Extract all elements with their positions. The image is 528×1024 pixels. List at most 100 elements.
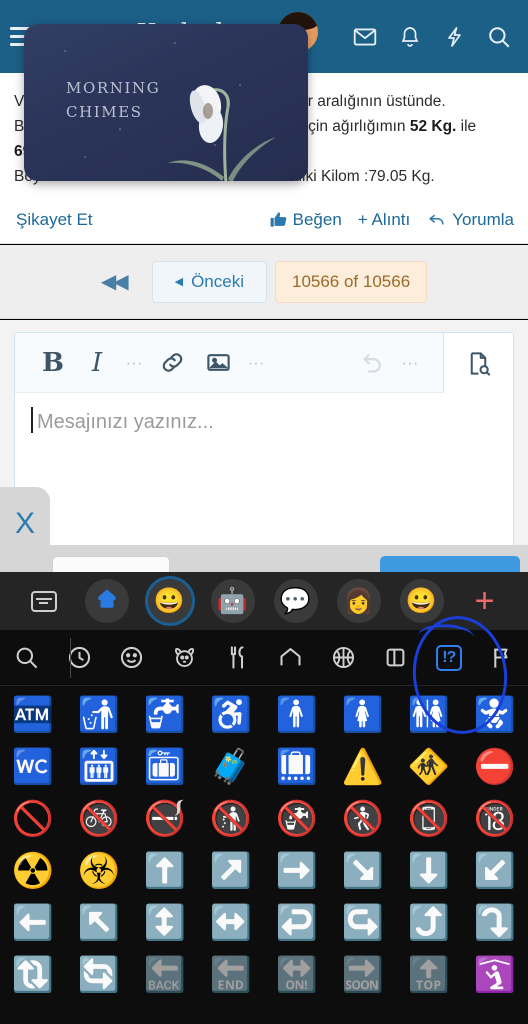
emoji-item[interactable]: 🔃 [0, 952, 66, 998]
category-animals-icon[interactable] [158, 644, 211, 671]
report-button[interactable]: Şikayet Et [16, 210, 93, 230]
gif-sticker-button[interactable]: 🤖 [210, 579, 255, 623]
comment-label: Yorumla [452, 209, 514, 229]
emoji-item[interactable]: ⚠️ [330, 744, 396, 790]
emoji-item[interactable]: ⤵️ [462, 900, 528, 946]
emoji-item[interactable]: ☢️ [0, 848, 66, 894]
gif-sticker-icon: 🤖 [216, 586, 249, 615]
category-food-icon[interactable] [211, 644, 264, 671]
emoji-item[interactable]: ➡️ [264, 848, 330, 894]
first-page-button[interactable]: ◀◀ [101, 269, 129, 294]
emoji-item[interactable]: 🔄 [66, 952, 132, 998]
emoji-item[interactable]: ↖️ [66, 900, 132, 946]
emoji-item[interactable]: ↔️ [198, 900, 264, 946]
emoji-item[interactable]: 🚳 [66, 796, 132, 842]
emoji-item[interactable]: ⛔ [462, 744, 528, 790]
category-search-icon[interactable] [0, 644, 53, 671]
emoji-item[interactable]: ↗️ [198, 848, 264, 894]
lightning-icon[interactable] [442, 24, 466, 50]
emoji-item[interactable]: ⬆️ [132, 848, 198, 894]
emoji-item[interactable]: 🚺 [330, 692, 396, 738]
gboard-home-button[interactable] [84, 579, 129, 623]
emoji-item[interactable]: ↕️ [132, 900, 198, 946]
emoji-item[interactable]: ⬇️ [396, 848, 462, 894]
overflow-dots-2-icon[interactable]: · · · [241, 354, 271, 371]
emoji-tab-icon: 😀 [153, 586, 186, 615]
emoji-item[interactable]: ↙️ [462, 848, 528, 894]
sticker-button[interactable]: 💬 [273, 579, 318, 623]
emoji-item[interactable]: 🧳 [198, 744, 264, 790]
category-objects-icon[interactable] [370, 644, 423, 671]
emoji-item[interactable]: ⬅️ [0, 900, 66, 946]
emoji-item[interactable]: 🚫 [0, 796, 66, 842]
previous-page-button[interactable]: ◀ Önceki [151, 260, 267, 303]
emoji-item[interactable]: 🔚 [198, 952, 264, 998]
emoji-item[interactable]: 🏧 [0, 692, 66, 738]
emoji-item[interactable]: 🔜 [330, 952, 396, 998]
like-label: Beğen [292, 209, 342, 229]
emoji-item[interactable]: 🚮 [66, 692, 132, 738]
category-recent-icon[interactable] [53, 644, 106, 671]
emoji-item[interactable]: 🔝 [396, 952, 462, 998]
category-smileys-icon[interactable] [106, 644, 159, 671]
gboard-home-icon [94, 585, 120, 618]
close-panel-button[interactable]: X [0, 487, 50, 560]
category-flags-icon[interactable] [475, 644, 528, 671]
emoji-item[interactable]: 🛐 [462, 952, 528, 998]
overflow-dots-1-icon[interactable]: · · · [119, 354, 149, 371]
emoji-item[interactable]: ↩️ [264, 900, 330, 946]
emoji-item[interactable]: 🚾 [0, 744, 66, 790]
keyboard-switch-button[interactable] [12, 590, 75, 612]
link-button[interactable] [149, 349, 195, 376]
comment-button[interactable]: Yorumla [426, 210, 514, 230]
mail-icon[interactable] [352, 24, 378, 50]
emoji-item[interactable]: 🚼 [462, 692, 528, 738]
category-symbols-icon[interactable]: !? [422, 644, 475, 671]
emoji-item[interactable]: 🚯 [198, 796, 264, 842]
add-app-icon[interactable]: + [475, 582, 495, 621]
avatar-sticker-button[interactable]: 👩 [336, 579, 381, 623]
emoji-item[interactable]: 📵 [396, 796, 462, 842]
emoji-item[interactable]: 🛗 [66, 744, 132, 790]
bold-button[interactable]: B [31, 348, 75, 378]
emoji-item[interactable]: ☣️ [66, 848, 132, 894]
emoji-item[interactable]: ♿ [198, 692, 264, 738]
bell-icon[interactable] [398, 24, 422, 50]
emoji-item[interactable]: 🚹 [264, 692, 330, 738]
emoji-grid: 🏧 🚮 🚰 ♿ 🚹 🚺 🚻 🚼 🚾 🛗 🛅 🧳 🛄 ⚠️ 🚸 ⛔ 🚫 🚳 🚭 🚯… [0, 686, 528, 998]
editor-input-area[interactable]: Mesajınızı yazınız... [15, 393, 513, 452]
category-travel-icon[interactable] [264, 644, 317, 671]
reply-editor-container: B I · · · · · · · · · Mesajınızı yazınız… [0, 320, 528, 560]
emoji-kitchen-button[interactable]: 😀 [399, 579, 444, 623]
emoji-item[interactable]: 🚭 [132, 796, 198, 842]
emoji-item[interactable]: 🚰 [132, 692, 198, 738]
undo-button[interactable] [349, 349, 395, 376]
emoji-item[interactable]: 🚸 [396, 744, 462, 790]
image-button[interactable] [195, 349, 241, 376]
previous-page-label: Önceki [191, 271, 244, 291]
emoji-item[interactable]: ⤴️ [396, 900, 462, 946]
avatar-sticker-icon: 👩 [343, 587, 374, 615]
emoji-item[interactable]: ↘️ [330, 848, 396, 894]
preview-button[interactable] [443, 333, 513, 393]
emoji-item[interactable]: 🛄 [264, 744, 330, 790]
editor-toolbar: B I · · · · · · · · · [15, 333, 513, 393]
emoji-item[interactable]: ↪️ [330, 900, 396, 946]
keyboard-apps-row: 😀 🤖 💬 👩 😀 + [0, 572, 528, 630]
quote-button[interactable]: + Alıntı [358, 210, 410, 230]
italic-button[interactable]: I [75, 348, 119, 378]
emoji-item[interactable]: 🚱 [264, 796, 330, 842]
emoji-item[interactable]: 🛅 [132, 744, 198, 790]
like-button[interactable]: Beğen [269, 210, 342, 230]
emoji-item[interactable]: 🔛 [264, 952, 330, 998]
search-icon[interactable] [486, 24, 512, 50]
emoji-tab-button[interactable]: 😀 [147, 579, 192, 623]
emoji-item[interactable]: 🔙 [132, 952, 198, 998]
symbols-box: !? [435, 644, 462, 671]
overflow-dots-3-icon[interactable]: · · · [395, 354, 425, 371]
emoji-item[interactable]: 🚻 [396, 692, 462, 738]
emoji-item[interactable]: 🔞 [462, 796, 528, 842]
category-activity-icon[interactable] [317, 644, 370, 671]
emoji-item[interactable]: 🚷 [330, 796, 396, 842]
overlay-card[interactable]: Morning Chimes [24, 24, 308, 181]
